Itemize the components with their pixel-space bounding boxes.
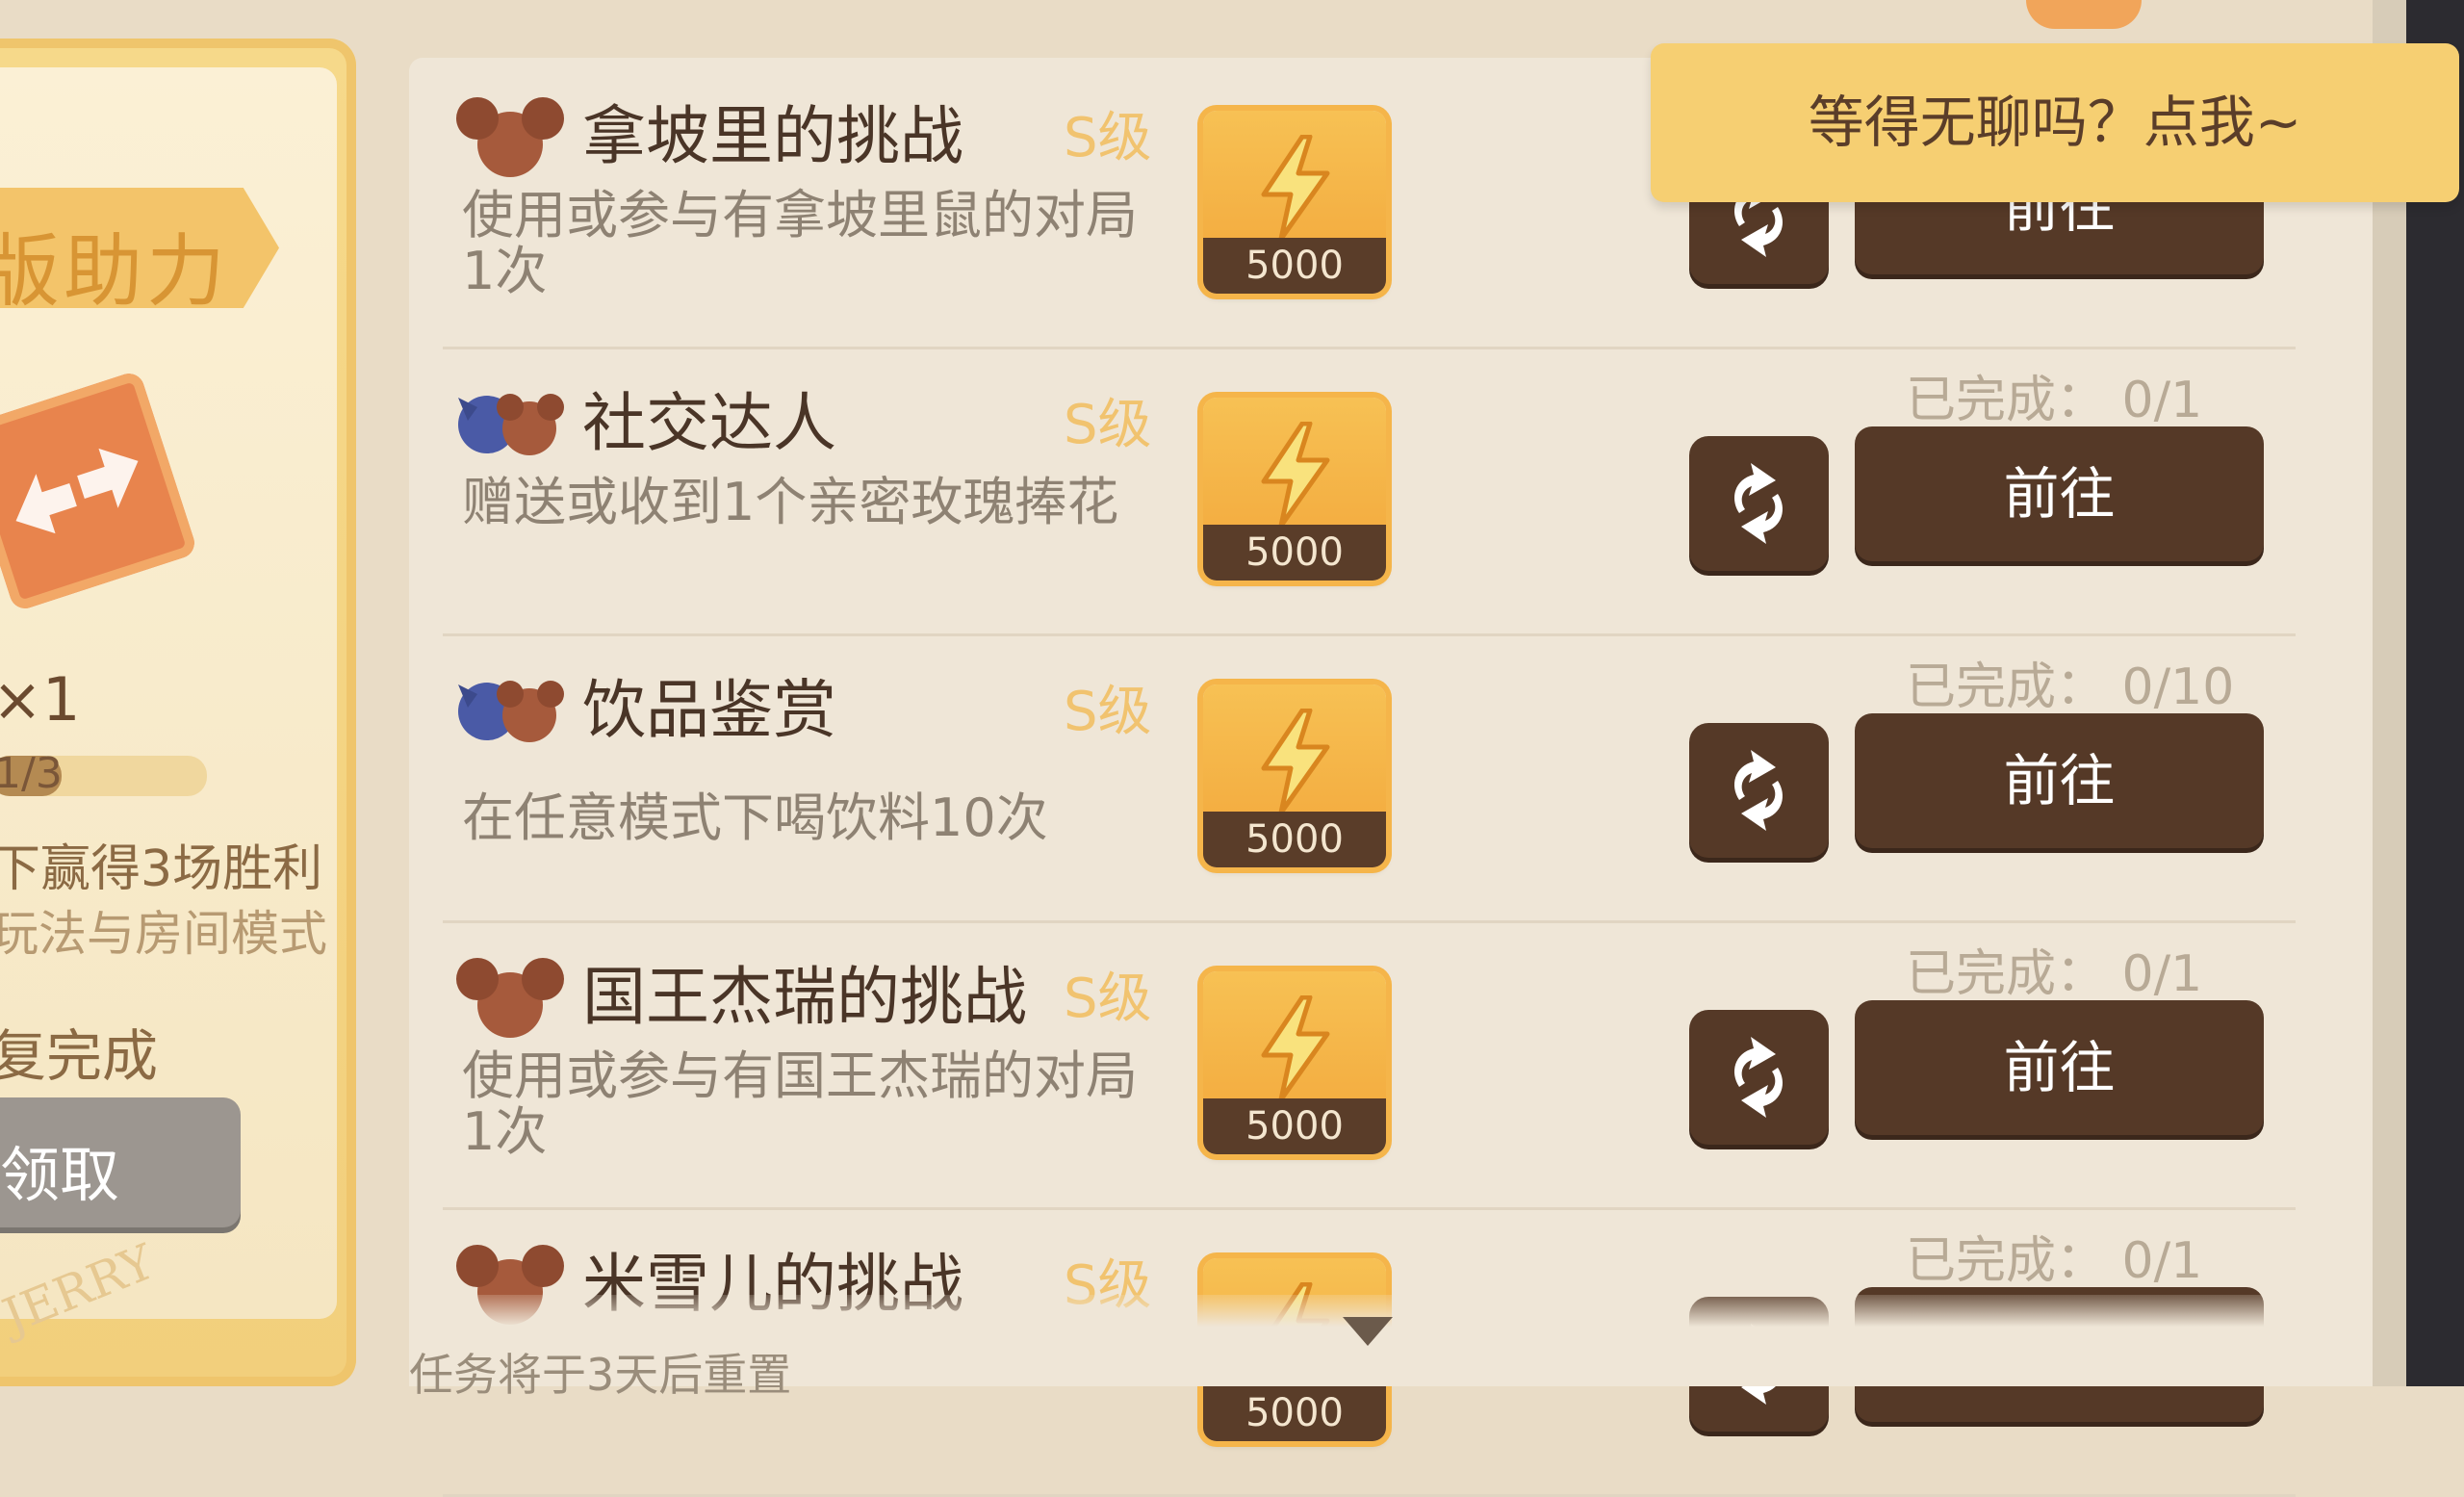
lightning-icon — [1261, 422, 1330, 528]
reward-multiplier: ×1 — [0, 664, 81, 735]
jerry-mouse-icon — [456, 958, 564, 1038]
task-row: 饮品鉴赏 S级 在任意模式下喝饮料10次 5000 已完成： 0/10 前往 — [443, 632, 2296, 923]
jerry-mouse-icon — [456, 97, 564, 177]
refresh-icon — [1734, 463, 1783, 544]
task-title: 社交达人 — [582, 386, 836, 460]
reward-energy: 5000 — [1203, 971, 1386, 1154]
refresh-task-button[interactable] — [1689, 436, 1829, 571]
reward-energy: 5000 — [1203, 111, 1386, 294]
refresh-icon — [1734, 750, 1783, 831]
task-row: 社交达人 S级 赠送或收到1个亲密玫瑰捧花 5000 已完成： 0/1 前往 — [443, 345, 2296, 636]
lightning-icon — [1261, 709, 1330, 814]
left-ribbon: 版助力 — [0, 188, 279, 308]
event-desc-line1: 下赢得3场胜利 — [0, 840, 323, 898]
event-desc-line2: 玩法与房间模式 — [0, 906, 327, 962]
reward-amount: 5000 — [1203, 1098, 1386, 1154]
claim-button[interactable]: 领取 — [0, 1097, 241, 1227]
left-ribbon-label: 版助力 — [0, 226, 230, 318]
refresh-icon — [1734, 1037, 1783, 1118]
go-button[interactable]: 前往 — [1855, 1000, 2264, 1135]
lightning-icon — [1261, 995, 1330, 1101]
task-progress: 已完成： 0/1 — [1906, 372, 2203, 429]
reward-amount: 5000 — [1203, 238, 1386, 294]
reset-note: 任务将于3天后重置 — [409, 1349, 792, 1401]
task-progress: 已完成： 0/1 — [1906, 1232, 2203, 1290]
refresh-task-button[interactable] — [1689, 1010, 1829, 1145]
refresh-task-button[interactable] — [1689, 723, 1829, 858]
task-title: 饮品鉴赏 — [582, 673, 836, 747]
task-grade: S级 — [1064, 681, 1152, 743]
task-progress: 已完成： 0/10 — [1906, 658, 2235, 716]
task-progress: 已完成： 0/1 — [1906, 945, 2203, 1003]
reward-amount: 5000 — [1203, 525, 1386, 581]
task-row: 国王杰瑞的挑战 S级 使用或参与有国王杰瑞的对局1次 5000 已完成： 0/1… — [443, 918, 2296, 1210]
scroll-down-icon[interactable] — [1343, 1317, 1393, 1346]
task-title: 拿坡里的挑战 — [582, 99, 963, 173]
go-button[interactable]: 前往 — [1855, 713, 2264, 848]
task-description: 使用或参与有国王杰瑞的对局1次 — [462, 1045, 1138, 1162]
event-progress-text: 1/3 — [0, 749, 63, 798]
bored-tip-button[interactable]: 等得无聊吗？点我~ — [1651, 43, 2459, 202]
reward-amount: 5000 — [1203, 1385, 1386, 1441]
top-decoration — [2026, 0, 2142, 29]
go-button[interactable]: 前往 — [1855, 426, 2264, 561]
reward-energy: 5000 — [1203, 398, 1386, 581]
task-grade: S级 — [1064, 394, 1152, 456]
lightning-icon — [1261, 135, 1330, 241]
task-grade: S级 — [1064, 107, 1152, 169]
reward-amount: 5000 — [1203, 812, 1386, 867]
tom-and-jerry-icon — [458, 681, 564, 742]
task-description: 赠送或收到1个亲密玫瑰捧花 — [462, 472, 1119, 532]
tom-and-jerry-icon — [458, 394, 564, 455]
task-description: 在任意模式下喝饮料10次 — [462, 787, 1048, 848]
event-repeat-text: 复完成 — [0, 1023, 159, 1089]
task-description: 使用或参与有拿坡里鼠的对局1次 — [462, 185, 1138, 301]
task-grade: S级 — [1064, 968, 1152, 1030]
task-title: 国王杰瑞的挑战 — [582, 960, 1027, 1034]
claim-button-label: 领取 — [0, 1140, 120, 1210]
reward-energy: 5000 — [1203, 684, 1386, 867]
right-edge — [2373, 0, 2464, 1386]
